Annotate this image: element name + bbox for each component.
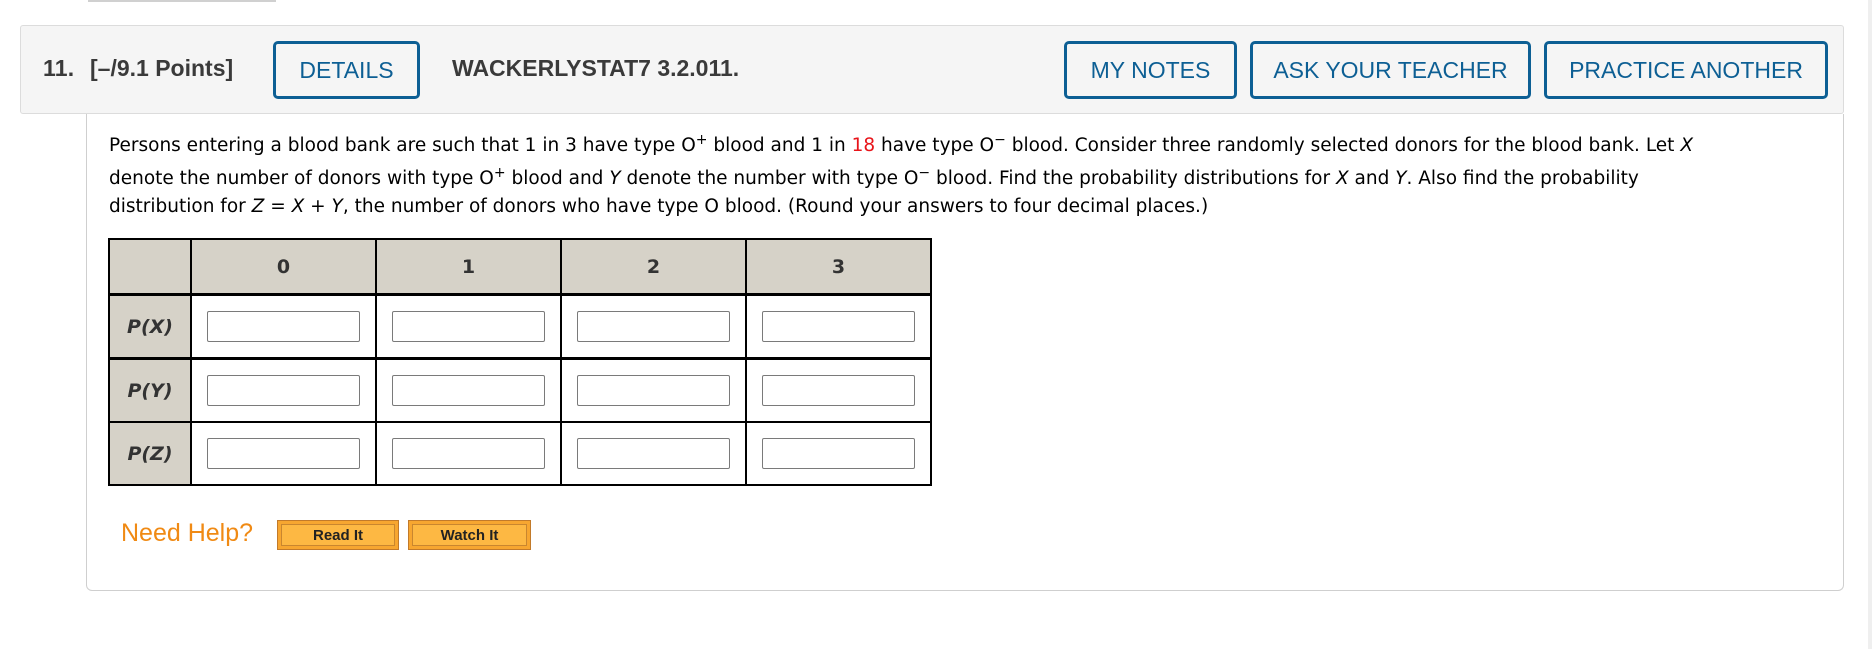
variable-z: Z bbox=[251, 196, 265, 217]
prompt-text: + bbox=[304, 196, 332, 217]
ask-your-teacher-button[interactable]: ASK YOUR TEACHER bbox=[1250, 41, 1531, 99]
answer-input-py-2[interactable] bbox=[577, 375, 730, 406]
variable-y: Y bbox=[609, 168, 621, 189]
randomized-value: 18 bbox=[851, 135, 876, 156]
answer-cell bbox=[745, 294, 932, 360]
scrollbar-track[interactable] bbox=[1868, 0, 1872, 649]
answer-cell bbox=[560, 294, 747, 360]
superscript-minus: − bbox=[918, 165, 931, 181]
answer-input-pz-3[interactable] bbox=[762, 438, 915, 469]
superscript-plus: + bbox=[493, 165, 506, 181]
my-notes-button[interactable]: MY NOTES bbox=[1064, 41, 1237, 99]
prompt-text: have type O bbox=[875, 135, 995, 156]
answer-cell bbox=[560, 422, 747, 486]
table-corner-cell bbox=[108, 238, 192, 296]
superscript-plus: + bbox=[695, 132, 708, 148]
answer-input-pz-0[interactable] bbox=[207, 438, 360, 469]
probability-distribution-table: 0 1 2 3 P(X) P(Y) P(Z) bbox=[108, 238, 932, 486]
column-header: 1 bbox=[375, 238, 562, 296]
watch-it-button[interactable]: Watch It bbox=[408, 520, 531, 550]
answer-cell bbox=[745, 358, 932, 423]
answer-cell bbox=[375, 422, 562, 486]
prompt-text: denote the number of donors with type O bbox=[109, 168, 494, 189]
question-points: [–/9.1 Points] bbox=[90, 55, 234, 81]
answer-cell bbox=[190, 358, 377, 423]
prompt-text: and bbox=[1348, 168, 1396, 189]
variable-x: X bbox=[291, 196, 305, 217]
variable-x: X bbox=[1335, 168, 1349, 189]
answer-input-px-0[interactable] bbox=[207, 311, 360, 342]
answer-input-pz-2[interactable] bbox=[577, 438, 730, 469]
prompt-text: , the number of donors who have type O b… bbox=[342, 196, 1209, 217]
answer-input-py-3[interactable] bbox=[762, 375, 915, 406]
practice-another-button[interactable]: PRACTICE ANOTHER bbox=[1544, 41, 1828, 99]
prompt-text: = bbox=[264, 196, 292, 217]
prompt-text: blood and 1 in bbox=[707, 135, 852, 156]
prompt-text: denote the number with type O bbox=[620, 168, 919, 189]
read-it-button[interactable]: Read It bbox=[277, 520, 399, 550]
question-source-id: WACKERLYSTAT7 3.2.011. bbox=[452, 55, 740, 81]
prompt-text: . Also find the probability bbox=[1406, 168, 1639, 189]
previous-question-edge bbox=[88, 0, 276, 2]
table-row: P(Z) bbox=[108, 422, 932, 486]
details-button[interactable]: DETAILS bbox=[273, 41, 420, 99]
prompt-text: blood. Find the probability distribution… bbox=[930, 168, 1336, 189]
answer-input-px-3[interactable] bbox=[762, 311, 915, 342]
table-row: P(X) bbox=[108, 294, 932, 360]
answer-cell bbox=[375, 358, 562, 423]
variable-y: Y bbox=[331, 196, 343, 217]
column-header: 3 bbox=[745, 238, 932, 296]
question-number: 11. bbox=[43, 55, 75, 81]
answer-cell bbox=[190, 422, 377, 486]
prompt-text: distribution for bbox=[109, 196, 252, 217]
prompt-text: blood. Consider three randomly selected … bbox=[1005, 135, 1681, 156]
superscript-minus: − bbox=[994, 132, 1006, 148]
prompt-line-2: denote the number of donors with type O+… bbox=[109, 165, 1809, 193]
answer-input-py-0[interactable] bbox=[207, 375, 360, 406]
need-help-label: Need Help? bbox=[121, 519, 254, 547]
answer-input-px-1[interactable] bbox=[392, 311, 545, 342]
prompt-text: blood and bbox=[505, 168, 610, 189]
answer-input-py-1[interactable] bbox=[392, 375, 545, 406]
variable-y: Y bbox=[1395, 168, 1407, 189]
column-header: 0 bbox=[190, 238, 377, 296]
answer-input-pz-1[interactable] bbox=[392, 438, 545, 469]
answer-cell bbox=[745, 422, 932, 486]
answer-cell bbox=[560, 358, 747, 423]
table-row: P(Y) bbox=[108, 358, 932, 423]
variable-x: X bbox=[1680, 135, 1693, 156]
question-prompt: Persons entering a blood bank are such t… bbox=[109, 132, 1809, 221]
row-label: P(Y) bbox=[108, 358, 192, 423]
answer-cell bbox=[190, 294, 377, 360]
answer-input-px-2[interactable] bbox=[577, 311, 730, 342]
answer-cell bbox=[375, 294, 562, 360]
column-header: 2 bbox=[560, 238, 747, 296]
row-label: P(X) bbox=[108, 294, 192, 360]
prompt-text: Persons entering a blood bank are such t… bbox=[109, 135, 696, 156]
table-header-row: 0 1 2 3 bbox=[108, 238, 932, 296]
prompt-line-3: distribution for Z = X + Y, the number o… bbox=[109, 193, 1809, 221]
prompt-line-1: Persons entering a blood bank are such t… bbox=[109, 132, 1809, 165]
row-label: P(Z) bbox=[108, 422, 192, 486]
